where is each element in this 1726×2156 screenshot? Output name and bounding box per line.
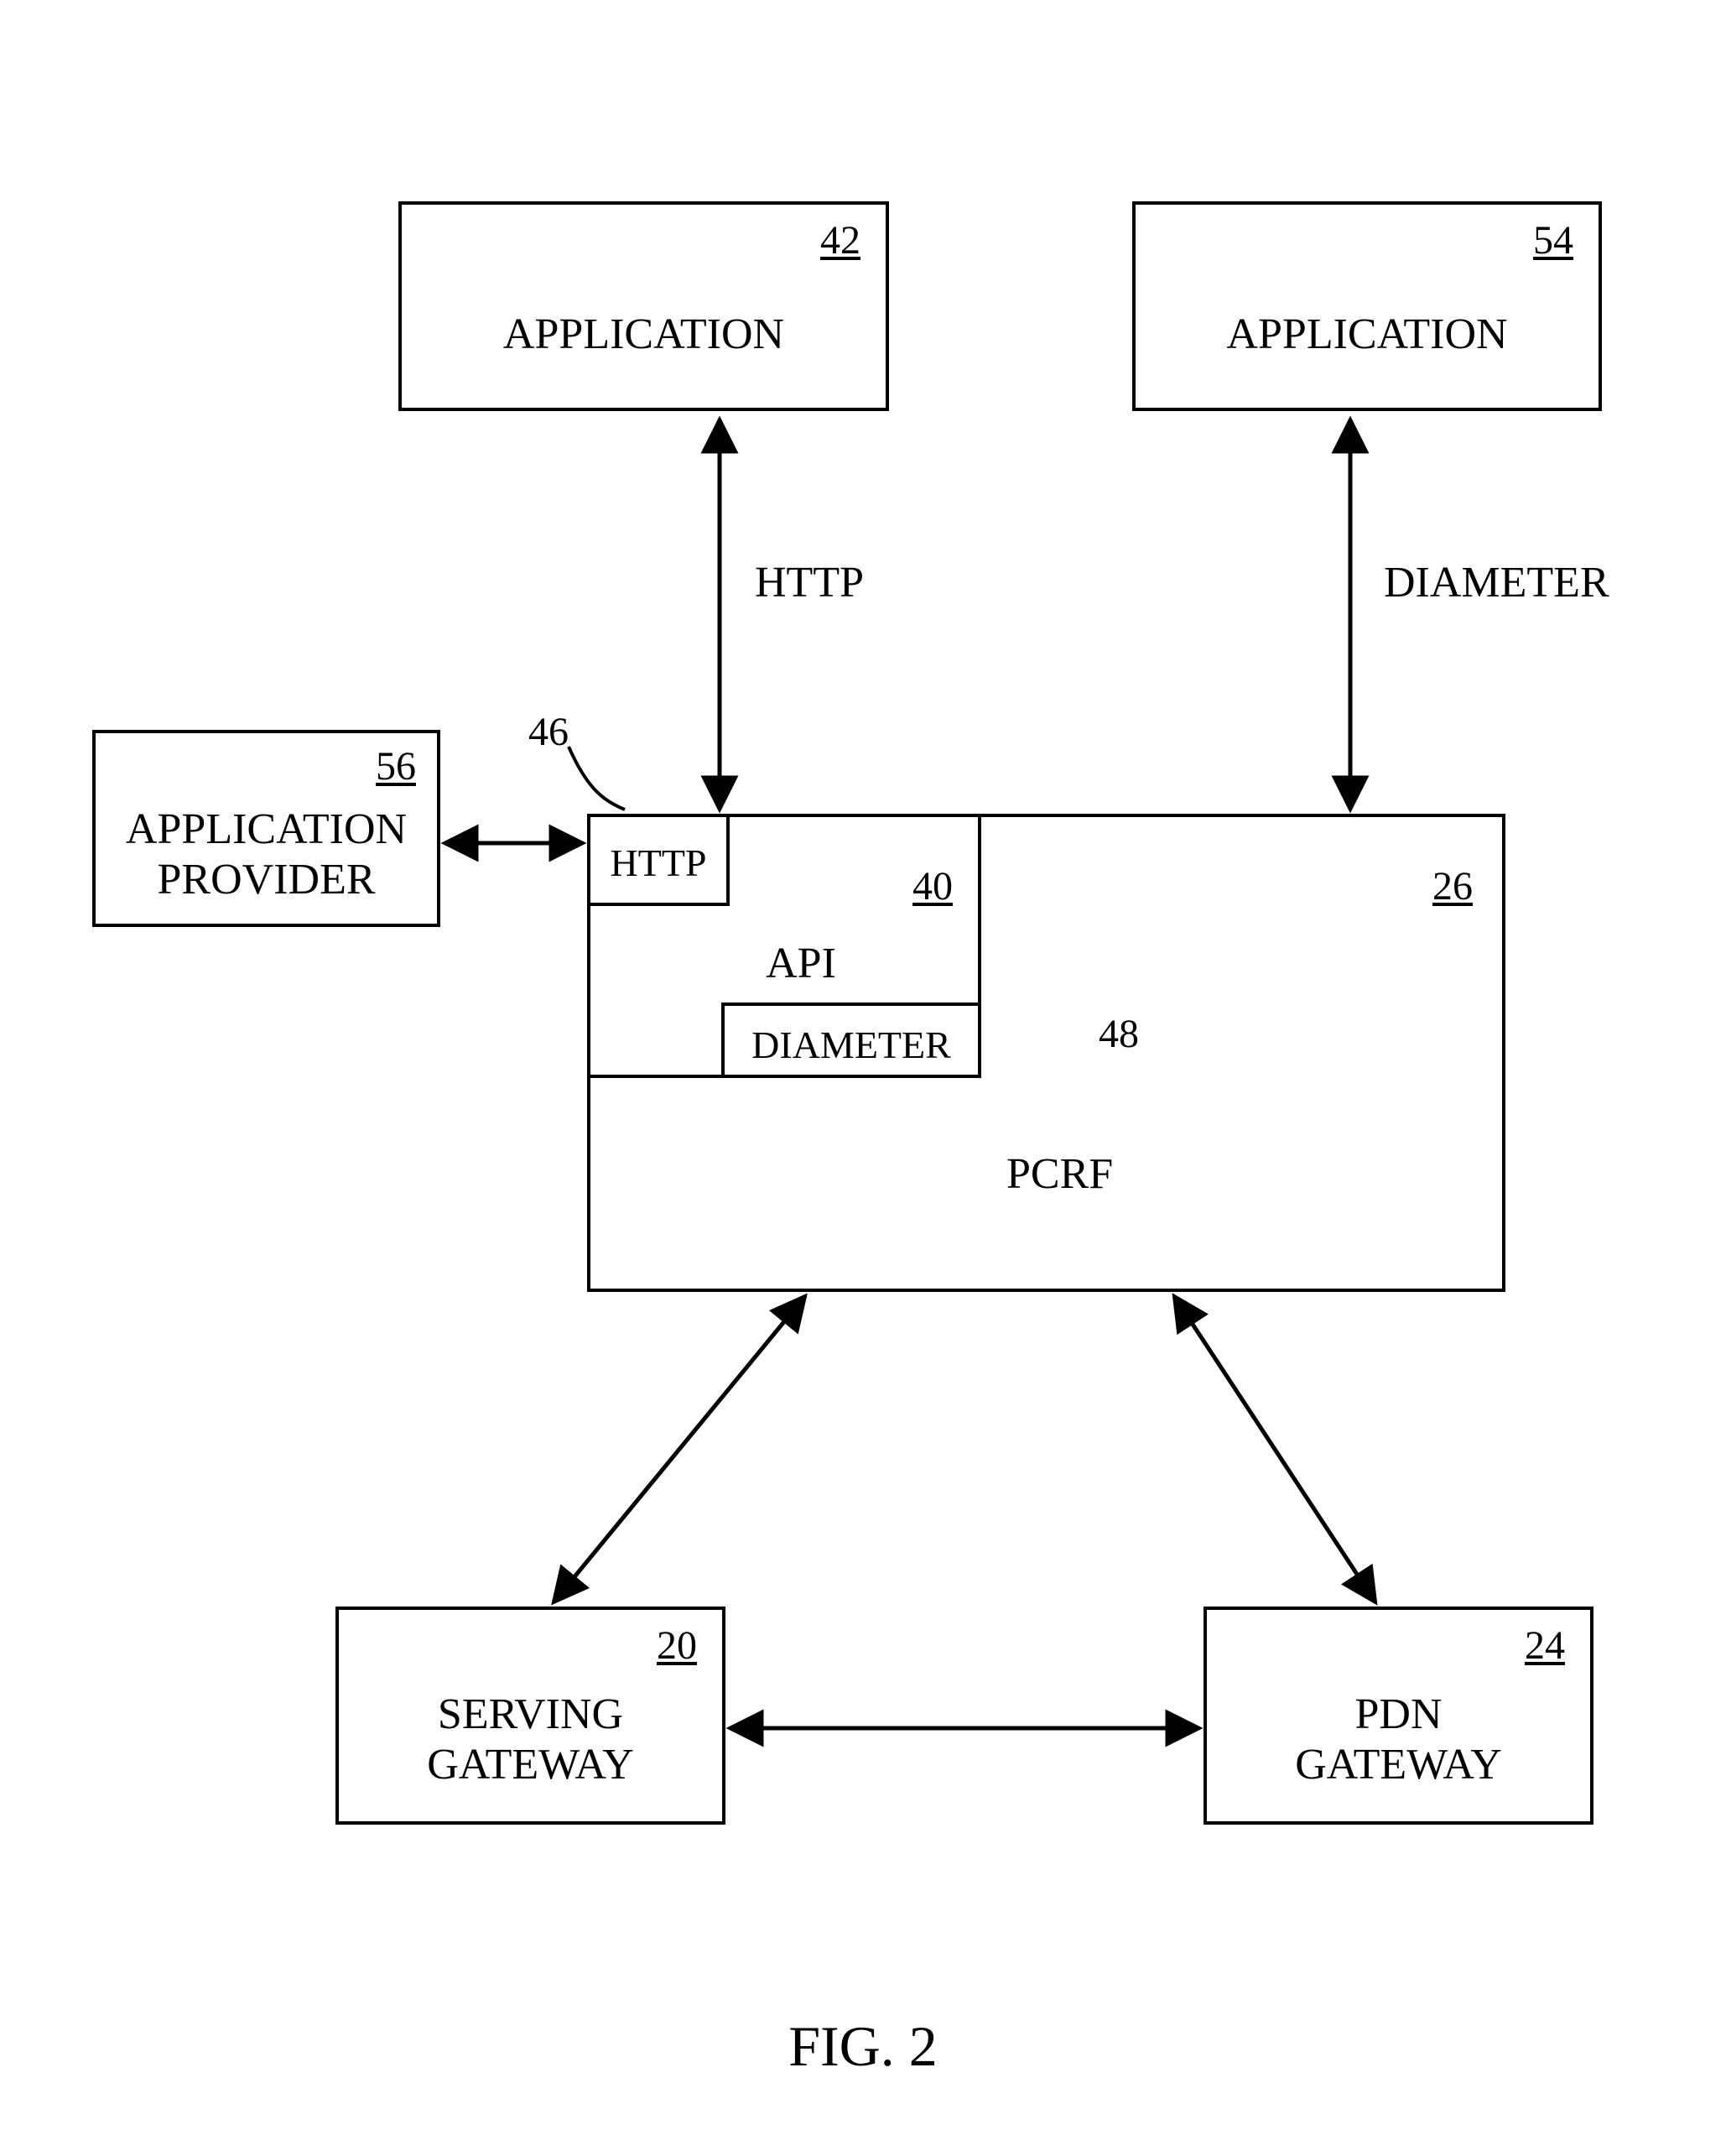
label-serving-gateway: SERVING GATEWAY bbox=[339, 1690, 722, 1790]
arrow-pcrf-pgw bbox=[1174, 1296, 1375, 1602]
label-api: API bbox=[590, 939, 978, 989]
ref-24: 24 bbox=[1525, 1622, 1565, 1669]
label-diameter-block: DIAMETER bbox=[725, 1023, 978, 1067]
leader-label-48: 48 bbox=[1099, 1011, 1139, 1057]
ref-42: 42 bbox=[820, 217, 860, 263]
label-application-42: APPLICATION bbox=[402, 310, 886, 360]
edge-label-diameter: DIAMETER bbox=[1384, 558, 1609, 607]
arrow-pcrf-sgw bbox=[554, 1296, 805, 1602]
label-application-provider: APPLICATION PROVIDER bbox=[96, 805, 437, 905]
leader-46 bbox=[569, 747, 625, 810]
ref-54: 54 bbox=[1533, 217, 1573, 263]
label-application-54: APPLICATION bbox=[1136, 310, 1599, 360]
box-serving-gateway: 20 SERVING GATEWAY bbox=[335, 1607, 725, 1825]
box-pdn-gateway: 24 PDN GATEWAY bbox=[1204, 1607, 1593, 1825]
ref-40: 40 bbox=[912, 863, 953, 909]
figure-caption: FIG. 2 bbox=[0, 2013, 1726, 2080]
ref-56: 56 bbox=[376, 743, 416, 789]
box-http-block: HTTP bbox=[587, 814, 730, 906]
ref-20: 20 bbox=[657, 1622, 697, 1669]
diagram-stage: 42 APPLICATION 54 APPLICATION 56 APPLICA… bbox=[0, 0, 1726, 2156]
label-pcrf-internal: PCRF bbox=[1006, 1149, 1113, 1199]
edge-label-http: HTTP bbox=[755, 558, 864, 607]
box-application-42: 42 APPLICATION bbox=[398, 201, 889, 411]
box-application-provider: 56 APPLICATION PROVIDER bbox=[92, 730, 440, 927]
label-pdn-gateway: PDN GATEWAY bbox=[1207, 1690, 1590, 1790]
ref-26: 26 bbox=[1432, 863, 1473, 909]
leader-label-46: 46 bbox=[528, 709, 569, 755]
label-http-block: HTTP bbox=[590, 841, 726, 885]
box-diameter-block: DIAMETER bbox=[721, 1002, 981, 1078]
box-application-54: 54 APPLICATION bbox=[1132, 201, 1602, 411]
